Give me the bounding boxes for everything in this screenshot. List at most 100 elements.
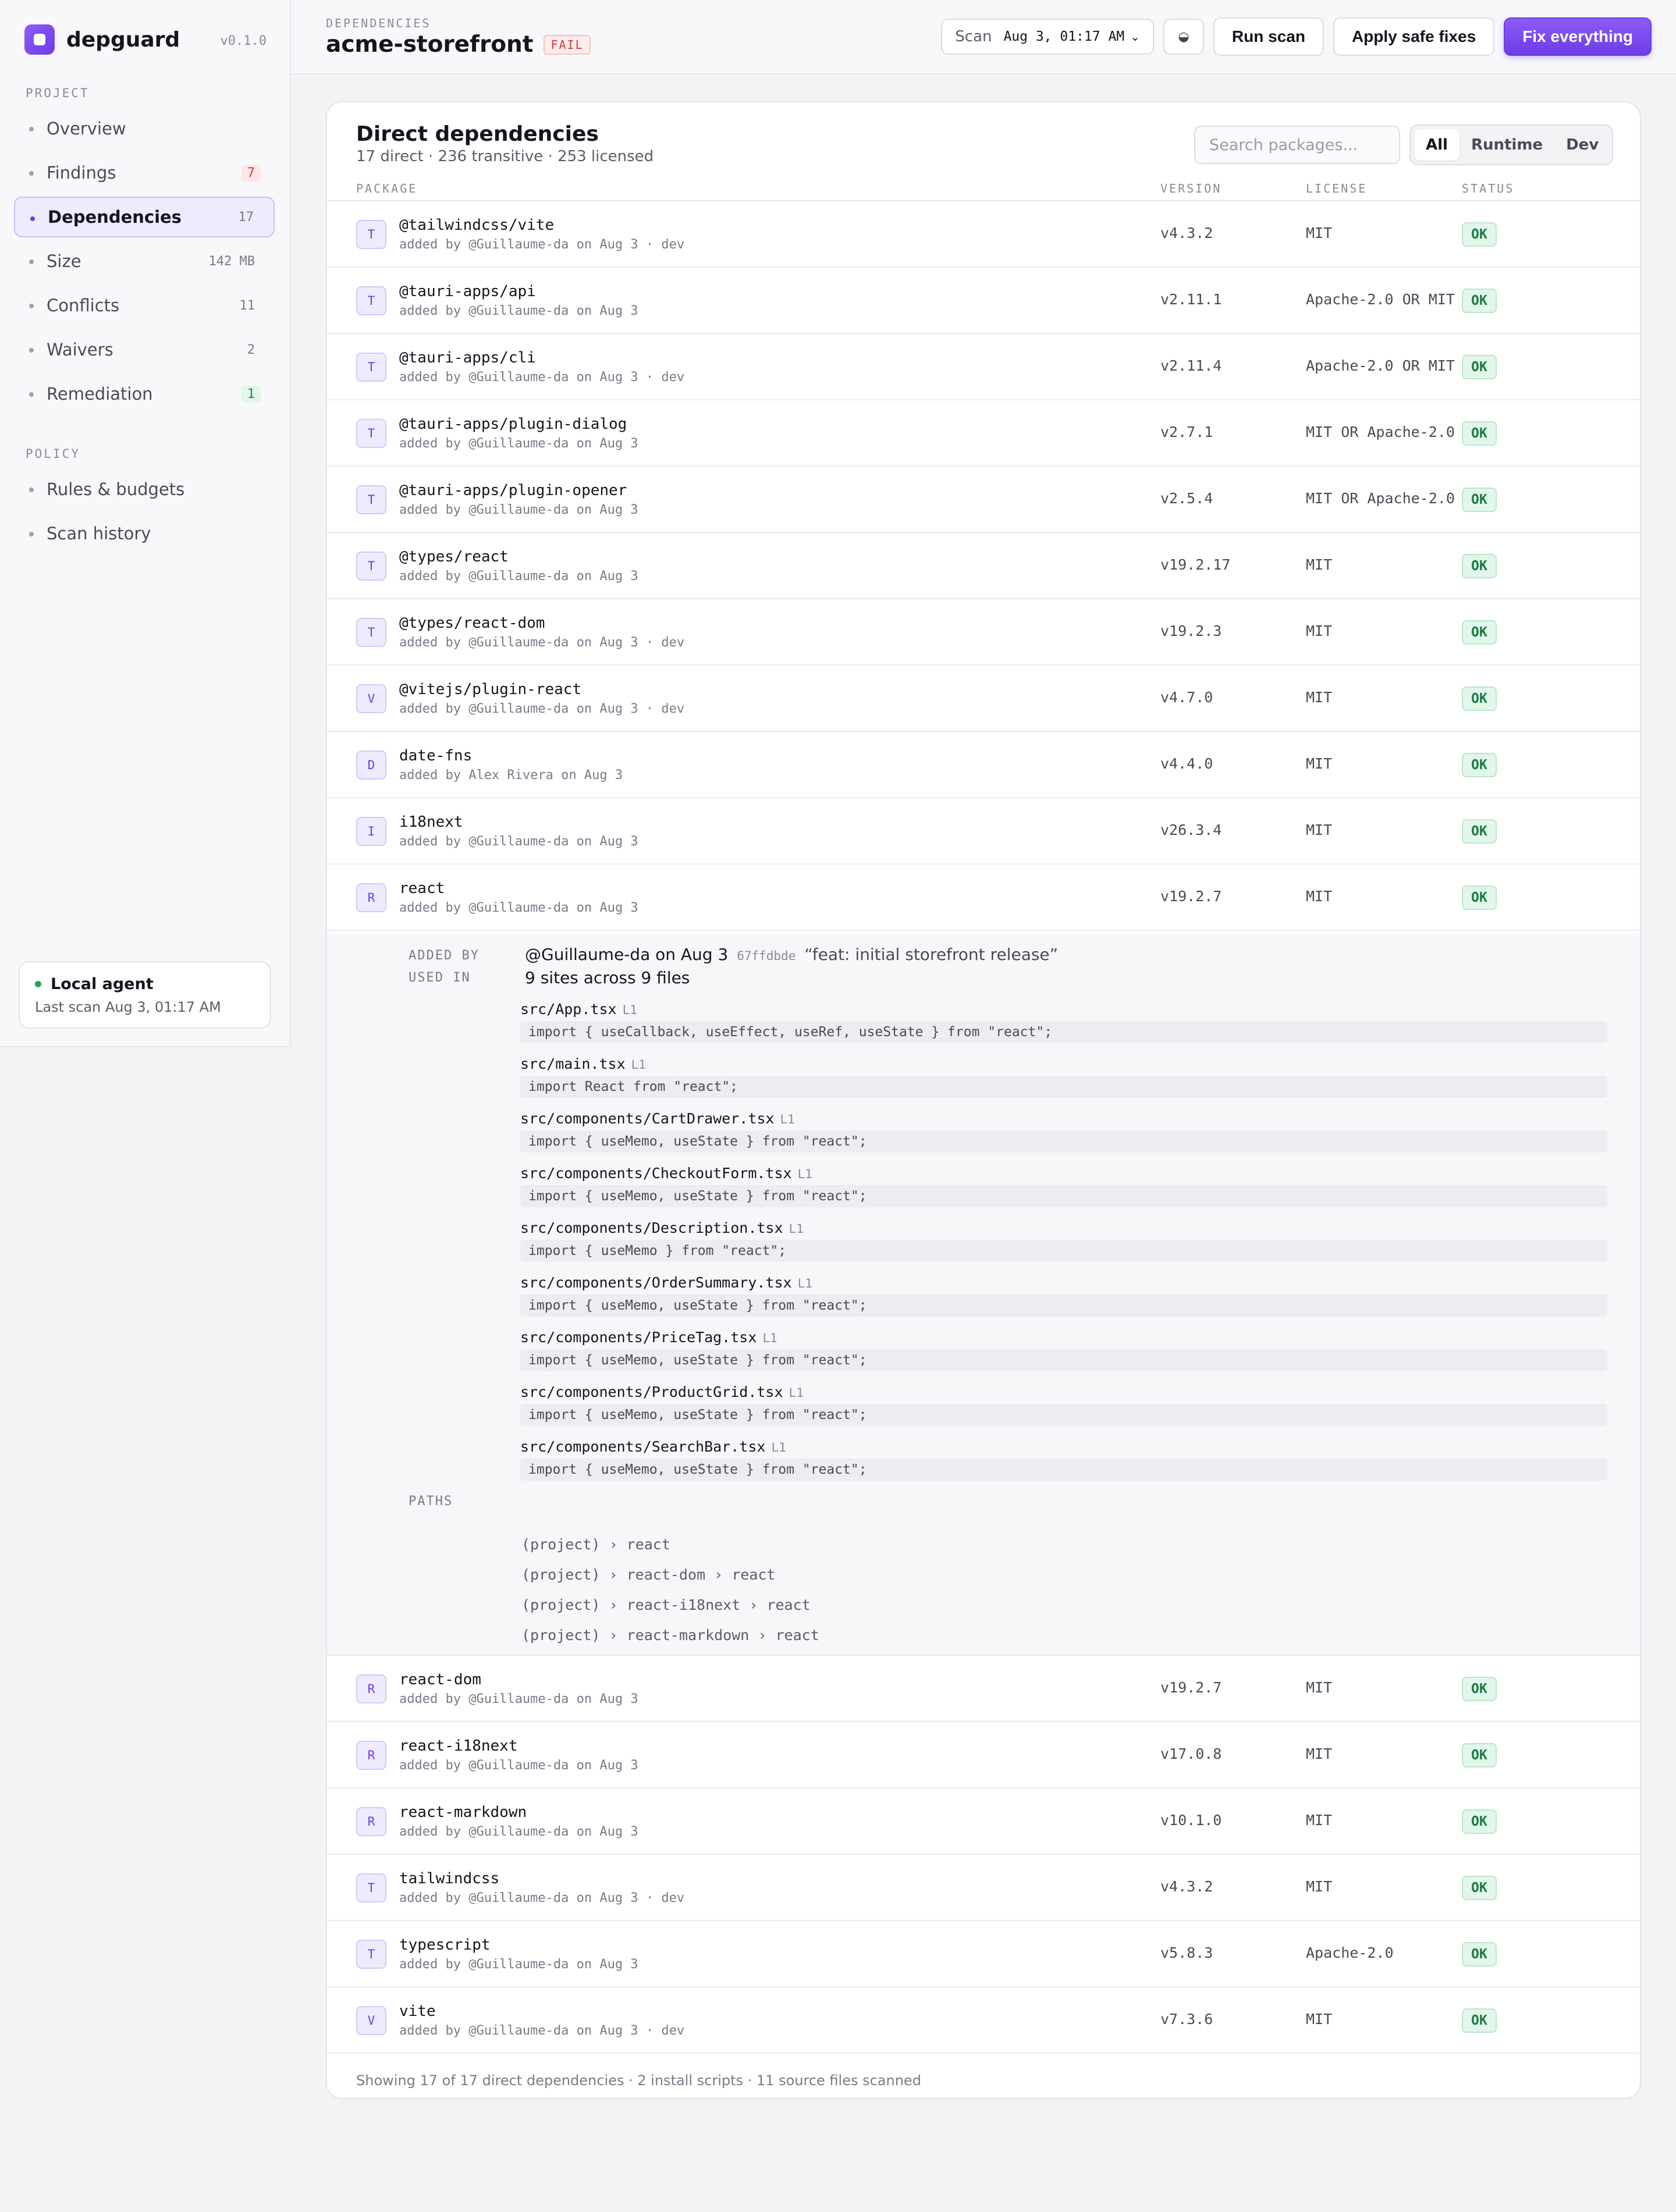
table-row[interactable]: T @tauri-apps/cli added by @Guillaume-da o… [327, 334, 1640, 400]
table-row[interactable]: Rreact-i18next added by @Guillaume-da on … [327, 1722, 1640, 1788]
package-name[interactable]: @types/react-dom [399, 614, 545, 632]
fix-everything-button[interactable]: Fix everything [1504, 17, 1652, 56]
package-name[interactable]: date-fns [399, 747, 472, 764]
table-row[interactable]: T @types/react-dom added by @Guillaume-da … [327, 599, 1640, 666]
table-row[interactable]: Ii18next added by @Guillaume-da on Aug 3 v… [327, 798, 1640, 865]
sidebar-item-findings[interactable]: Findings 7 [14, 152, 275, 193]
status-badge: OK [1462, 1876, 1497, 1900]
package-meta: added by @Guillaume-da on Aug 3 · dev [399, 635, 685, 650]
usage-site[interactable]: src/components/PriceTag.tsx L1 import { us… [520, 1329, 1607, 1371]
package-avatar-icon: T [356, 220, 386, 249]
search-input[interactable] [1194, 126, 1400, 164]
usage-file-path[interactable]: src/components/CartDrawer.tsx [520, 1110, 775, 1127]
package-name[interactable]: @tauri-apps/cli [399, 349, 536, 367]
package-name[interactable]: @vitejs/plugin-react [399, 681, 581, 698]
usage-site[interactable]: src/components/CartDrawer.tsx L1 import { … [520, 1110, 1607, 1153]
bullet-icon [29, 304, 34, 308]
table-row[interactable]: V @vitejs/plugin-react added by @Guillaume… [327, 666, 1640, 732]
usage-site[interactable]: src/App.tsx L1 import { useCallback, useEf… [520, 1001, 1607, 1043]
usage-site[interactable]: src/main.tsx L1 import React from "react"; [520, 1055, 1607, 1098]
table-row[interactable]: Ddate-fns added by Alex Rivera on Aug 3 v4… [327, 732, 1640, 798]
sidebar-item-conflicts[interactable]: Conflicts 11 [14, 285, 275, 326]
used-in-value: 9 sites across 9 files [525, 968, 690, 987]
usage-file-path[interactable]: src/components/OrderSummary.tsx [520, 1274, 792, 1291]
usage-line-number: L1 [762, 1331, 777, 1345]
topbar: DEPENDENCIES acme-storefront FAIL Scan A… [291, 0, 1676, 74]
remediation-count-badge: 1 [241, 385, 261, 403]
package-license: MIT [1306, 822, 1333, 838]
usage-code-snippet: import React from "react"; [520, 1076, 1607, 1098]
package-name[interactable]: @tauri-apps/plugin-dialog [399, 415, 627, 433]
package-avatar-icon: D [356, 751, 386, 780]
usage-site[interactable]: src/components/OrderSummary.tsx L1 import … [520, 1274, 1607, 1317]
usage-file-path[interactable]: src/App.tsx [520, 1001, 617, 1018]
package-meta: added by @Guillaume-da on Aug 3 · dev [399, 2023, 685, 2038]
table-row[interactable]: Rreact-markdown added by @Guillaume-da on… [327, 1788, 1640, 1855]
usage-site[interactable]: src/components/Description.tsx L1 import {… [520, 1219, 1607, 1262]
table-row[interactable]: T @tailwindcss/vite added by @Guillaume-da… [327, 201, 1640, 268]
package-name[interactable]: @tauri-apps/plugin-opener [399, 482, 627, 499]
table-row[interactable]: Ttailwindcss added by @Guillaume-da on Au… [327, 1855, 1640, 1921]
usage-file-path[interactable]: src/components/SearchBar.tsx [520, 1438, 765, 1455]
sidebar-item-rules-budgets[interactable]: Rules & budgets [14, 469, 275, 510]
usage-file-path[interactable]: src/components/ProductGrid.tsx [520, 1384, 783, 1400]
sidebar-item-size[interactable]: Size 142 MB [14, 241, 275, 282]
table-row[interactable]: Ttypescript added by @Guillaume-da on Aug… [327, 1921, 1640, 1987]
usage-site[interactable]: src/components/ProductGrid.tsx L1 import {… [520, 1384, 1607, 1426]
package-name[interactable]: i18next [399, 813, 463, 831]
brand[interactable]: depguard [24, 23, 180, 56]
usage-file-path[interactable]: src/components/PriceTag.tsx [520, 1329, 757, 1346]
filter-dev[interactable]: Dev [1554, 129, 1610, 161]
package-meta: added by @Guillaume-da on Aug 3 [399, 834, 638, 849]
package-name[interactable]: tailwindcss [399, 1870, 499, 1887]
package-name[interactable]: typescript [399, 1936, 491, 1954]
column-header-license[interactable]: LICENSE [1306, 182, 1367, 195]
table-row[interactable]: Vvite added by @Guillaume-da on Aug 3 · d… [327, 1987, 1640, 2054]
usage-file-path[interactable]: src/components/Description.tsx [520, 1219, 783, 1236]
table-row[interactable]: Rreact-dom added by @Guillaume-da on Aug … [327, 1656, 1640, 1722]
filter-runtime[interactable]: Runtime [1460, 129, 1554, 161]
package-avatar-icon: T [356, 485, 386, 514]
package-version: v2.7.1 [1160, 424, 1213, 440]
local-agent-card[interactable]: Local agent Last scan Aug 3, 01:17 AM [19, 961, 271, 1029]
column-header-status[interactable]: STATUS [1462, 182, 1514, 195]
package-name[interactable]: @tailwindcss/vite [399, 216, 554, 234]
sidebar-item-overview[interactable]: Overview [14, 108, 275, 149]
sidebar-item-scan-history[interactable]: Scan history [14, 513, 275, 554]
package-name[interactable]: react [399, 880, 445, 897]
table-row[interactable]: T @tauri-apps/plugin-dialog added by @Guil… [327, 400, 1640, 467]
table-row[interactable]: T @tauri-apps/plugin-opener added by @Guil… [327, 467, 1640, 533]
filter-all[interactable]: All [1414, 129, 1460, 161]
column-header-package[interactable]: PACKAGE [356, 182, 417, 195]
usage-site[interactable]: src/components/SearchBar.tsx L1 import { u… [520, 1438, 1607, 1481]
sidebar-item-waivers[interactable]: Waivers 2 [14, 329, 275, 370]
usage-code-snippet: import { useMemo, useState } from "react… [520, 1185, 1607, 1207]
apply-safe-fixes-button[interactable]: Apply safe fixes [1333, 17, 1495, 56]
package-name[interactable]: react-markdown [399, 1804, 527, 1821]
usage-file-path[interactable]: src/components/CheckoutForm.tsx [520, 1165, 792, 1182]
sidebar-item-remediation[interactable]: Remediation 1 [14, 374, 275, 414]
run-scan-button[interactable]: Run scan [1213, 17, 1324, 56]
column-header-version[interactable]: VERSION [1160, 182, 1222, 195]
size-badge: 142 MB [208, 254, 255, 269]
usage-file-path[interactable]: src/main.tsx [520, 1055, 626, 1072]
package-avatar-icon: R [356, 1741, 386, 1770]
card-title: Direct dependencies [356, 122, 599, 146]
table-row[interactable]: T @tauri-apps/api added by @Guillaume-da o… [327, 268, 1640, 334]
commit-hash[interactable]: 67ffdbde [737, 949, 796, 963]
package-name[interactable]: @tauri-apps/api [399, 283, 536, 300]
sidebar-item-dependencies[interactable]: Dependencies 17 [14, 197, 275, 237]
package-name[interactable]: @types/react [399, 548, 509, 566]
scan-select[interactable]: Scan Aug 3, 01:17 AM ⌄ [941, 19, 1154, 55]
table-row[interactable]: T @types/react added by @Guillaume-da on A… [327, 533, 1640, 599]
package-version: v5.8.3 [1160, 1944, 1213, 1961]
package-version: v17.0.8 [1160, 1745, 1222, 1762]
package-name[interactable]: react-i18next [399, 1737, 518, 1755]
theme-toggle-button[interactable]: ◒ [1163, 19, 1204, 55]
package-avatar-icon: I [356, 817, 386, 846]
package-name[interactable]: react-dom [399, 1671, 481, 1688]
table-row[interactable]: Rreact added by @Guillaume-da on Aug 3 v19… [327, 865, 1640, 931]
package-name[interactable]: vite [399, 2003, 436, 2020]
usage-code-snippet: import { useMemo, useState } from "react… [520, 1295, 1607, 1317]
usage-site[interactable]: src/components/CheckoutForm.tsx L1 import … [520, 1165, 1607, 1207]
